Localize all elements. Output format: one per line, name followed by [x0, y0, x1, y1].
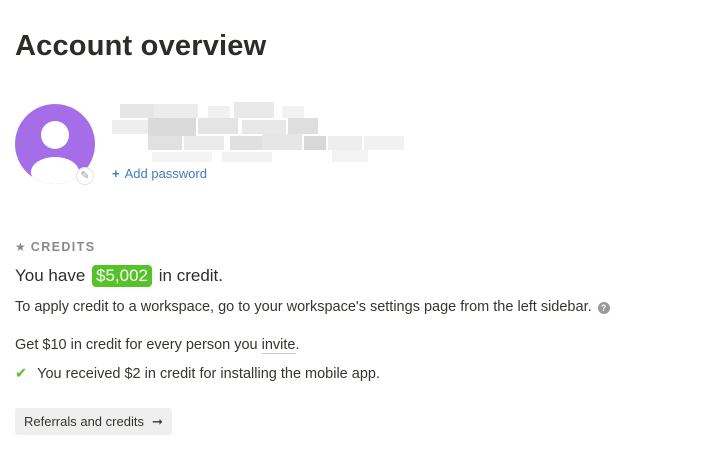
apply-credit-text: To apply credit to a workspace, go to yo… [15, 299, 592, 315]
referrals-button-label: Referrals and credits [24, 414, 144, 429]
credits-section-label: ★ CREDITS [15, 240, 95, 254]
invite-info: Get $10 in credit for every person you i… [15, 337, 300, 354]
checkmark-icon: ✔ [15, 366, 28, 382]
credit-prefix: You have [15, 266, 86, 285]
invite-link[interactable]: invite [261, 337, 296, 354]
credit-amount-badge: $5,002 [92, 265, 153, 287]
received-credit-text: You received $2 in credit for installing… [37, 366, 380, 382]
invite-suffix: . [295, 337, 300, 353]
credit-balance-line: You have $5,002 in credit. [15, 265, 223, 287]
credits-section-text: CREDITS [30, 240, 96, 254]
credit-suffix: in credit. [158, 266, 223, 285]
received-credit-item: ✔ You received $2 in credit for installin… [15, 366, 380, 382]
page-title: Account overview [15, 30, 267, 62]
add-password-link[interactable]: + Add password [112, 166, 207, 181]
redacted-profile-name [112, 102, 412, 164]
question-circle-icon[interactable]: ? [597, 302, 610, 314]
referrals-and-credits-button[interactable]: Referrals and credits ➞ [15, 408, 172, 435]
arrow-right-icon: ➞ [151, 413, 163, 429]
plus-icon: + [112, 166, 120, 181]
add-password-label: Add password [124, 166, 207, 181]
invite-prefix: Get $10 in credit for every person you [15, 337, 258, 353]
apply-credit-info: To apply credit to a workspace, go to yo… [15, 299, 610, 315]
pencil-icon[interactable]: ✎ [76, 167, 94, 185]
star-icon: ★ [15, 240, 26, 254]
